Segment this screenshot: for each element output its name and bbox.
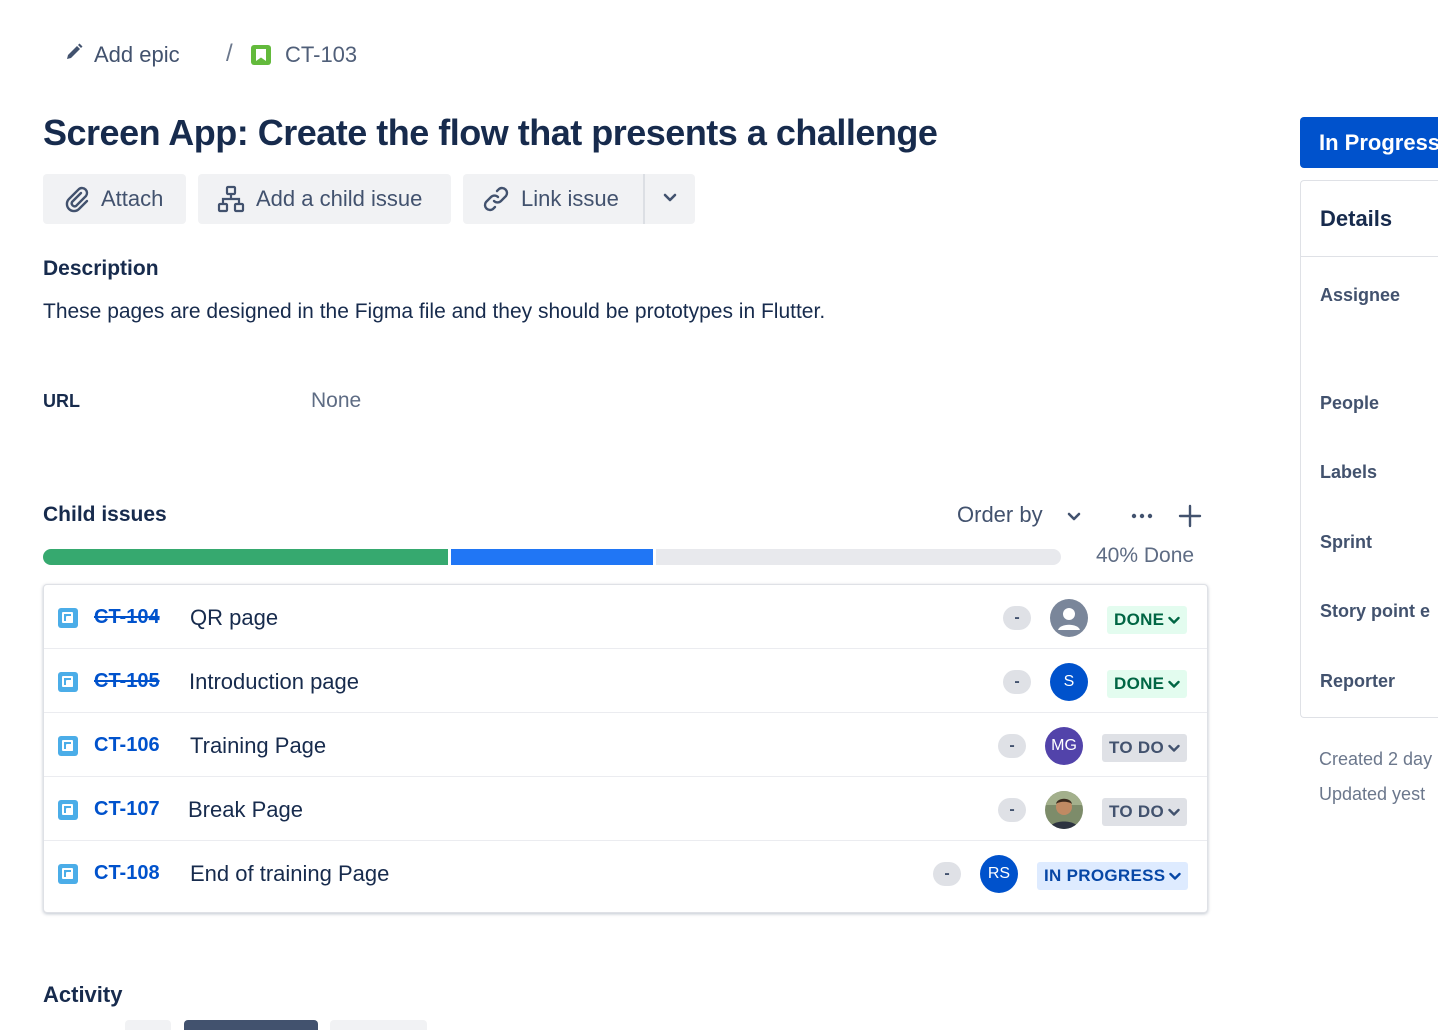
avatar[interactable]: RS [980, 855, 1018, 893]
breadcrumb-separator: / [226, 40, 233, 67]
add-child-issue-button[interactable]: Add a child issue [198, 174, 451, 224]
activity-filter-button-selected[interactable] [184, 1020, 318, 1030]
progress-label: 40% Done [1096, 544, 1195, 567]
status-dropdown[interactable]: DONE [1107, 606, 1188, 634]
status-transition-button[interactable]: In Progress [1300, 117, 1438, 168]
details-heading[interactable]: Details [1301, 181, 1438, 257]
field-label-reporter: Reporter [1320, 671, 1396, 691]
child-issue-row[interactable]: CT-106 Training Page - MG TO DO [44, 713, 1207, 777]
plus-icon [1178, 504, 1202, 533]
details-panel: Details Assignee People Labels Sprint St… [1300, 180, 1438, 718]
subtask-icon [58, 672, 78, 692]
activity-filter-button[interactable] [125, 1020, 171, 1030]
child-issue-row[interactable]: CT-107 Break Page - TO DO [44, 777, 1207, 841]
status-label: TO DO [1109, 802, 1165, 821]
issue-title[interactable]: Screen App: Create the flow that present… [43, 112, 938, 154]
breadcrumb-issue-key[interactable]: CT-103 [251, 40, 357, 70]
status-label: IN PROGRESS [1044, 866, 1166, 885]
link-issue-label: Link issue [521, 186, 619, 211]
issue-key-text: CT-103 [285, 42, 358, 67]
progress-done-segment [43, 549, 448, 565]
attach-button[interactable]: Attach [43, 174, 186, 224]
status-dropdown[interactable]: TO DO [1102, 734, 1188, 762]
child-issues-heading: Child issues [43, 503, 167, 526]
field-label-story-points: Story point e [1320, 601, 1431, 621]
add-child-label: Add a child issue [256, 186, 423, 211]
chevron-down-icon [1168, 738, 1180, 758]
issue-key-link[interactable]: CT-108 [94, 862, 160, 885]
child-issue-row[interactable]: CT-105 Introduction page - S DONE [44, 649, 1207, 713]
more-options-button[interactable] [1130, 503, 1154, 534]
estimate-badge[interactable]: - [998, 798, 1026, 822]
issue-summary[interactable]: Break Page [188, 797, 303, 823]
activity-filter-button[interactable] [330, 1020, 427, 1030]
field-label-labels: Labels [1320, 462, 1378, 482]
status-dropdown[interactable]: TO DO [1102, 798, 1188, 826]
activity-heading: Activity [43, 982, 123, 1007]
issue-summary[interactable]: QR page [190, 605, 278, 631]
order-by-label: Order by [957, 502, 1043, 527]
updated-timestamp: Updated yest [1319, 784, 1426, 804]
order-by-dropdown[interactable]: Order by [957, 502, 1081, 528]
issue-key-link[interactable]: CT-106 [94, 734, 160, 757]
chevron-down-icon [1067, 502, 1081, 528]
field-label-assignee: Assignee [1320, 285, 1401, 305]
created-timestamp: Created 2 day [1319, 749, 1433, 769]
issue-key-link[interactable]: CT-107 [94, 798, 160, 821]
child-issue-row[interactable]: CT-108 End of training Page - RS IN PROG… [44, 841, 1207, 912]
subtask-icon [58, 800, 78, 820]
add-child-button[interactable] [1178, 503, 1202, 534]
child-issue-row[interactable]: CT-104 QR page - DONE [44, 585, 1207, 649]
add-epic-link[interactable]: Add epic [64, 40, 180, 70]
chevron-down-icon [663, 190, 677, 208]
link-issue-button[interactable]: Link issue [463, 174, 643, 224]
progress-todo-segment [656, 549, 1061, 565]
pencil-icon [64, 42, 84, 68]
child-issues-table: CT-104 QR page - DONE CT-105 Introductio… [43, 584, 1208, 913]
url-label: URL [43, 391, 80, 411]
paperclip-icon [61, 184, 91, 214]
status-label: DONE [1114, 610, 1165, 629]
more-actions-dropdown[interactable] [643, 174, 695, 224]
subtask-icon [58, 736, 78, 756]
estimate-badge[interactable]: - [1003, 606, 1031, 630]
estimate-badge[interactable]: - [1003, 670, 1031, 694]
issue-summary[interactable]: End of training Page [190, 861, 389, 887]
description-text[interactable]: These pages are designed in the Figma fi… [43, 300, 825, 324]
subtask-icon [58, 608, 78, 628]
avatar[interactable]: MG [1045, 727, 1083, 765]
ellipsis-icon [1130, 513, 1154, 533]
field-label-people: People [1320, 393, 1380, 413]
add-epic-label: Add epic [94, 42, 180, 67]
issue-summary[interactable]: Training Page [190, 733, 326, 759]
status-dropdown[interactable]: DONE [1107, 670, 1188, 698]
estimate-badge[interactable]: - [933, 862, 961, 886]
attach-label: Attach [101, 186, 164, 211]
status-dropdown[interactable]: IN PROGRESS [1037, 862, 1189, 890]
issue-key-link[interactable]: CT-105 [94, 670, 160, 693]
status-label: DONE [1114, 674, 1165, 693]
hierarchy-icon [216, 184, 246, 214]
estimate-badge[interactable]: - [998, 734, 1026, 758]
description-heading: Description [43, 257, 159, 280]
issue-summary[interactable]: Introduction page [189, 669, 359, 695]
chevron-down-icon [1168, 802, 1180, 822]
link-icon [481, 184, 511, 214]
avatar[interactable]: S [1050, 663, 1088, 701]
issue-key-link[interactable]: CT-104 [94, 606, 160, 629]
url-value[interactable]: None [311, 389, 361, 413]
chevron-down-icon [1168, 674, 1181, 694]
subtask-icon [58, 864, 78, 884]
unassigned-avatar[interactable] [1050, 599, 1088, 637]
status-label: TO DO [1109, 738, 1165, 757]
field-label-sprint: Sprint [1320, 532, 1372, 552]
story-icon [251, 45, 271, 65]
chevron-down-icon [1169, 866, 1182, 886]
chevron-down-icon [1168, 610, 1181, 630]
progress-in-progress-segment [451, 549, 653, 565]
photo-avatar[interactable] [1045, 791, 1083, 829]
